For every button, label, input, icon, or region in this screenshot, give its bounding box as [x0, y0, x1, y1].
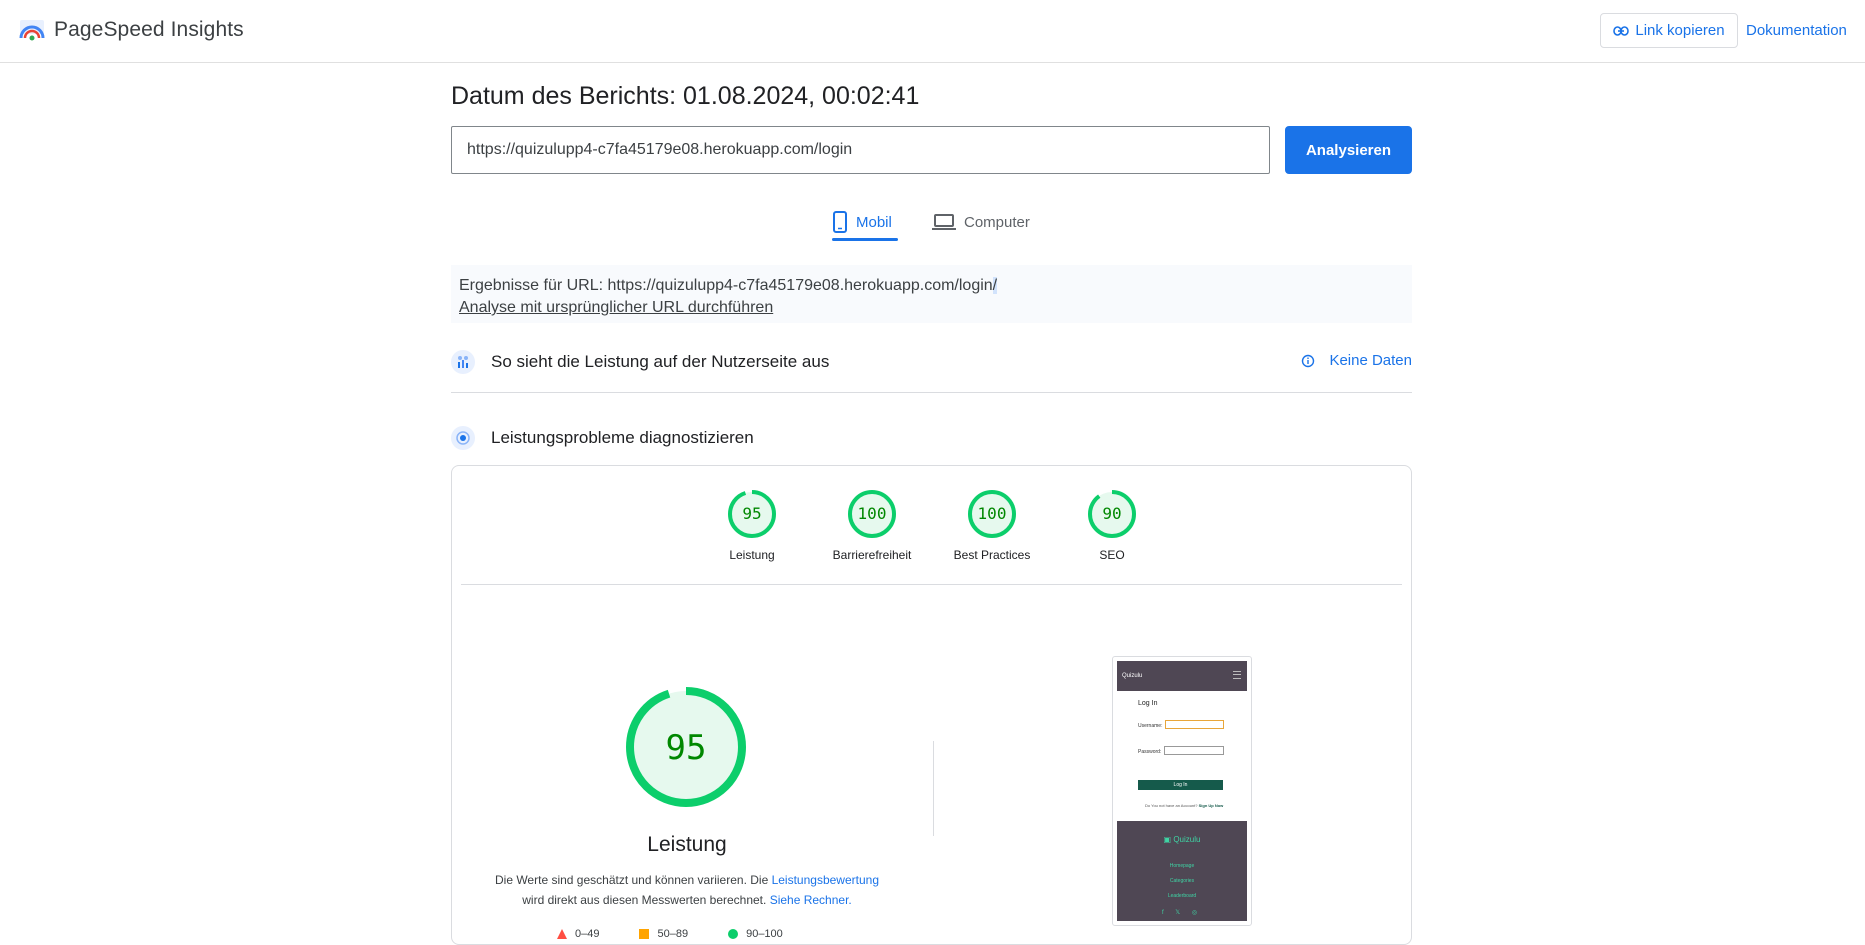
performance-description: Die Werte sind geschätzt und können vari…	[472, 870, 902, 910]
gauge-best-practices-ring: 100	[968, 490, 1016, 538]
gauge-seo[interactable]: 90 SEO	[1052, 489, 1172, 562]
circle-icon	[728, 929, 739, 939]
users-chart-icon	[451, 350, 475, 374]
results-url-slash: /	[992, 277, 998, 294]
field-data-title: So sieht die Leistung auf der Nutzerseit…	[491, 352, 830, 371]
tab-mobile-label: Mobil	[856, 213, 892, 231]
performance-desc-1: Die Werte sind geschätzt und können vari…	[494, 873, 772, 887]
field-data-header: So sieht die Leistung auf der Nutzerseit…	[451, 348, 1412, 376]
performance-scoring-link[interactable]: Leistungsbewertung	[772, 873, 879, 887]
legend-pass: 90–100	[728, 928, 783, 940]
screenshot-username-input	[1165, 720, 1224, 729]
tab-mobile[interactable]: Mobil	[832, 204, 898, 240]
pagespeed-logo-icon	[19, 20, 45, 41]
page-screenshot: Quizulu Log In Username: Password: Log I…	[1112, 656, 1252, 926]
brand[interactable]: PageSpeed Insights	[18, 16, 244, 44]
gauge-performance-ring: 95	[728, 490, 776, 538]
info-icon	[1302, 354, 1315, 367]
url-input[interactable]	[451, 126, 1270, 174]
screenshot-navbar: Quizulu	[1117, 661, 1247, 691]
diagnose-title: Leistungsprobleme diagnostizieren	[491, 428, 754, 447]
results-url-text: Ergebnisse für URL: https://quizulupp4-c…	[459, 277, 993, 294]
tab-desktop[interactable]: Computer	[932, 204, 1030, 240]
tab-desktop-label: Computer	[964, 213, 1030, 231]
triangle-icon	[557, 929, 567, 939]
screenshot-signup-link: Sign Up Now	[1198, 803, 1224, 808]
documentation-link[interactable]: Dokumentation	[1746, 22, 1847, 39]
scores-card: 95 Leistung 100 Barrierefreiheit 100 Bes…	[451, 465, 1412, 945]
no-data-label: Keine Daten	[1329, 352, 1412, 369]
vertical-divider	[933, 741, 934, 836]
screenshot-login-title: Log In	[1138, 700, 1158, 707]
performance-big-gauge: 95	[626, 687, 746, 807]
diagnose-icon	[451, 426, 475, 450]
results-url-line: Ergebnisse für URL: https://quizulupp4-c…	[459, 275, 1404, 297]
laptop-icon	[932, 214, 956, 230]
rerun-original-url-link[interactable]: Analyse mit ursprünglicher URL durchführ…	[459, 297, 1404, 319]
screenshot-footer-brand-text: Quizulu	[1173, 835, 1201, 844]
analyze-button[interactable]: Analysieren	[1285, 126, 1412, 174]
gauge-performance-value: 95	[742, 504, 761, 523]
gauge-accessibility[interactable]: 100 Barrierefreiheit	[812, 489, 932, 562]
legend-average: 50–89	[639, 928, 688, 940]
link-icon	[1613, 25, 1630, 36]
screenshot-social-icons: f 𝕏 ◎	[1161, 910, 1203, 916]
legend-pass-label: 90–100	[746, 928, 783, 940]
report-date: Datum des Berichts: 01.08.2024, 00:02:41	[451, 82, 920, 110]
gauge-seo-value: 90	[1102, 504, 1121, 523]
screenshot-password-label: Password:	[1138, 749, 1162, 755]
legend-fail: 0–49	[557, 928, 599, 940]
gauge-accessibility-value: 100	[858, 504, 887, 523]
screenshot-footer-link: Categories	[1169, 878, 1195, 884]
score-legend: 0–49 50–89 90–100	[557, 928, 783, 940]
active-tab-indicator	[832, 238, 898, 241]
screenshot-footer: ▣ Quizulu Homepage Categories Leaderboar…	[1117, 821, 1247, 921]
screenshot-signup-text: Do You not have an Account?	[1145, 803, 1198, 808]
screenshot-footer-link: Leaderboard	[1167, 893, 1197, 899]
screenshot-nav-brand: Quizulu	[1122, 673, 1143, 679]
performance-big-score: 95	[666, 728, 707, 768]
section-divider	[451, 392, 1412, 393]
gauge-best-practices-value: 100	[978, 504, 1007, 523]
copy-link-button[interactable]: Link kopieren	[1600, 13, 1738, 48]
hamburger-menu-icon	[1233, 671, 1241, 679]
screenshot-signup-line: Do You not have an Account? Sign Up Now	[1145, 803, 1223, 808]
app-title: PageSpeed Insights	[54, 18, 244, 41]
square-icon	[639, 929, 650, 939]
screenshot-username-label: Username:	[1138, 723, 1163, 729]
screenshot-password-input	[1164, 746, 1224, 755]
copy-link-label: Link kopieren	[1635, 22, 1725, 39]
screenshot-login-button: Log In	[1138, 780, 1223, 790]
gauge-performance[interactable]: 95 Leistung	[692, 489, 812, 562]
gauge-best-practices-label: Best Practices	[953, 548, 1031, 562]
calculator-link[interactable]: Siehe Rechner.	[770, 893, 852, 907]
performance-big-label: Leistung	[647, 833, 727, 856]
legend-average-label: 50–89	[657, 928, 689, 940]
card-divider	[461, 584, 1402, 585]
top-app-bar: PageSpeed Insights Link kopieren Dokumen…	[0, 0, 1865, 63]
gauge-seo-ring: 90	[1088, 490, 1136, 538]
diagnose-header: Leistungsprobleme diagnostizieren	[451, 424, 1412, 452]
gauge-accessibility-label: Barrierefreiheit	[832, 548, 912, 562]
gauge-best-practices[interactable]: 100 Best Practices	[932, 489, 1052, 562]
screenshot-footer-brand: ▣ Quizulu	[1163, 835, 1201, 844]
no-data-link[interactable]: Keine Daten	[1301, 352, 1412, 369]
gauge-accessibility-ring: 100	[848, 490, 896, 538]
screenshot-footer-link: Homepage	[1169, 863, 1195, 869]
gauge-seo-label: SEO	[1099, 548, 1125, 562]
smartphone-icon	[833, 211, 847, 233]
legend-fail-label: 0–49	[575, 928, 600, 940]
gauge-performance-label: Leistung	[729, 548, 775, 562]
results-url-box: Ergebnisse für URL: https://quizulupp4-c…	[451, 265, 1412, 323]
performance-desc-2: wird direkt aus diesen Messwerten berech…	[522, 893, 770, 907]
